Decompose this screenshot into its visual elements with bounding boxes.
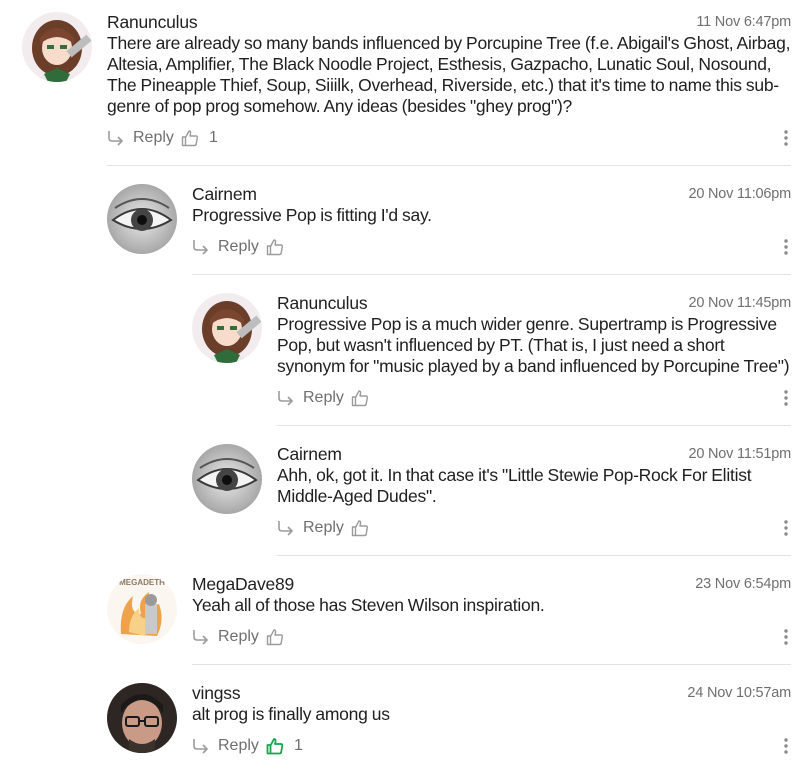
like-button[interactable]: 1: [266, 734, 303, 758]
thumbs-up-icon: [266, 738, 284, 755]
reply-label: Reply: [218, 737, 259, 754]
reply-arrow-icon: [193, 739, 209, 754]
comment: vingss 24 Nov 10:57am alt prog is finall…: [0, 0, 808, 771]
reply-button[interactable]: Reply: [192, 734, 259, 758]
author-name[interactable]: vingss: [192, 683, 241, 703]
comment-body: vingss 24 Nov 10:57am alt prog is finall…: [192, 683, 791, 725]
man-glasses-avatar-icon: [107, 683, 177, 753]
comment-text: alt prog is finally among us: [192, 704, 390, 724]
avatar[interactable]: [107, 683, 177, 753]
timestamp[interactable]: 24 Nov 10:57am: [687, 683, 791, 704]
comment-actions: Reply 1: [192, 734, 791, 758]
like-count: 1: [294, 737, 303, 754]
more-options-icon[interactable]: [783, 737, 789, 755]
